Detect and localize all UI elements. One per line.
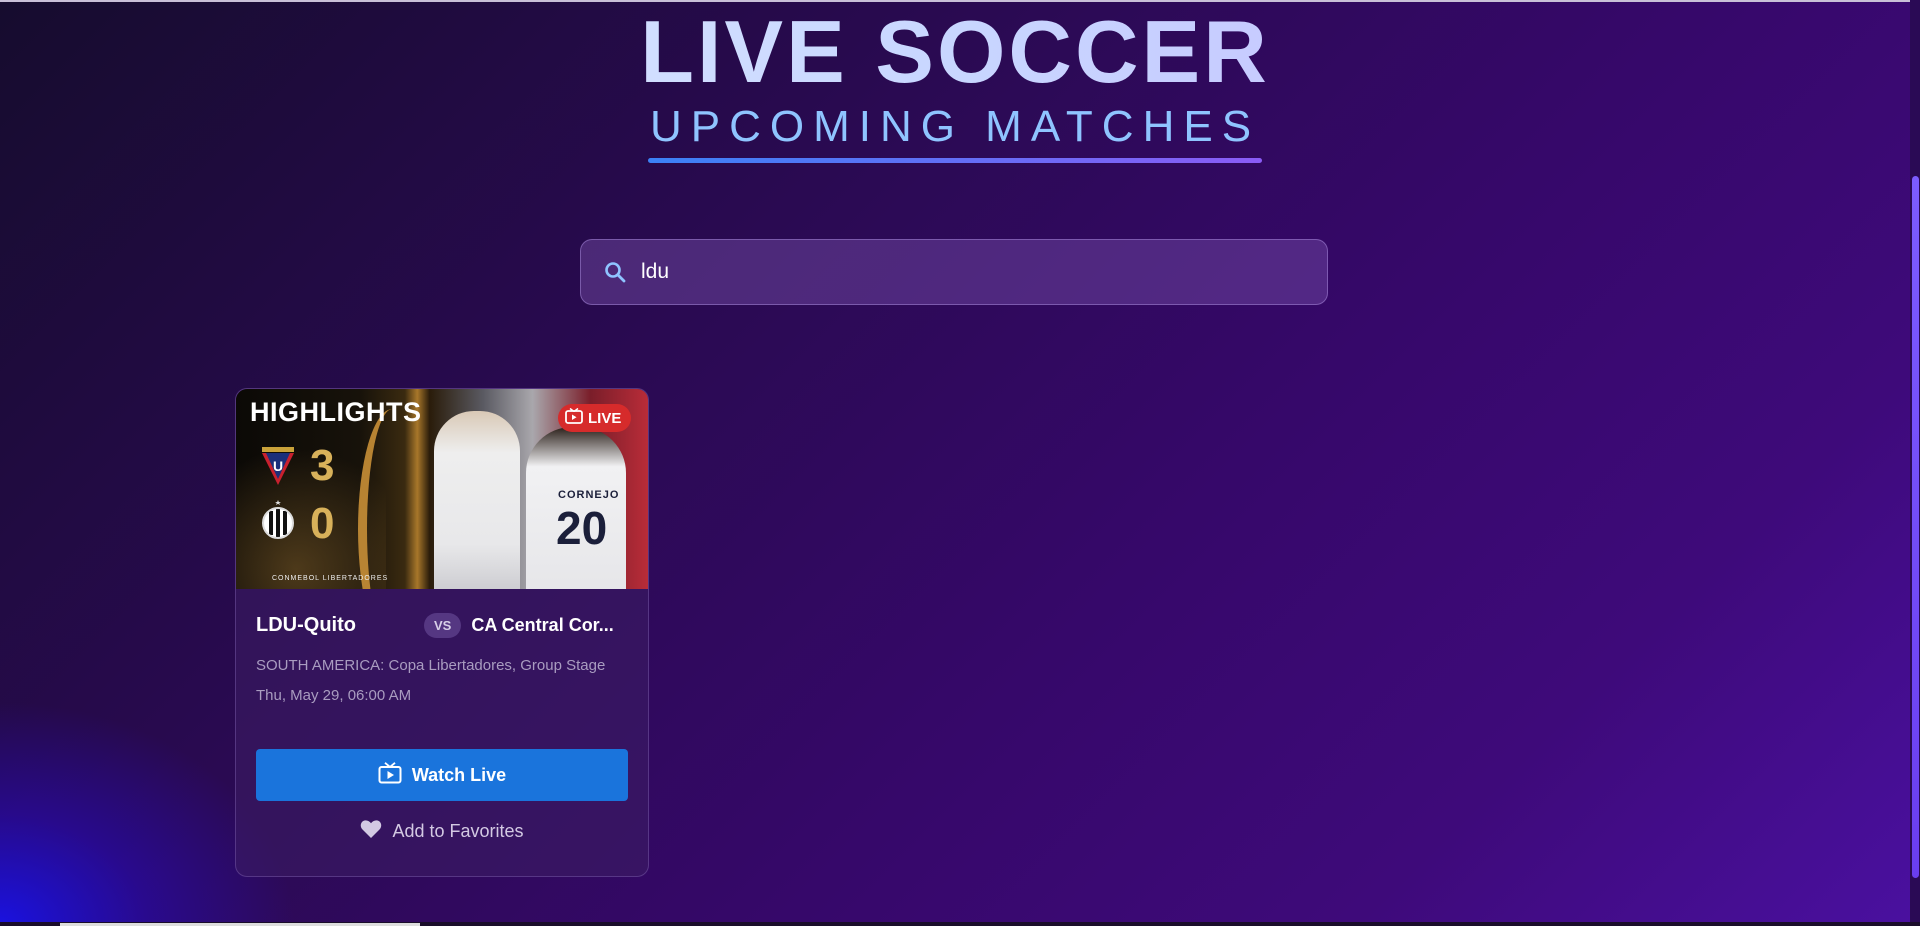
tv-icon [378, 761, 402, 789]
add-to-favorites-button[interactable]: Add to Favorites [256, 813, 628, 849]
league-info: SOUTH AMERICA: Copa Libertadores, Group … [256, 657, 606, 674]
jersey-name: CORNEJO [558, 489, 620, 501]
away-score: 0 [310, 499, 335, 548]
match-thumbnail[interactable]: CORNEJO 20 HIGHLIGHTS LIVE U 3 0 CONMEBO… [236, 389, 648, 589]
live-badge: LIVE [558, 404, 632, 432]
live-badge-label: LIVE [588, 409, 622, 427]
heart-icon [360, 819, 382, 844]
jersey-number: 20 [556, 502, 608, 554]
match-datetime: Thu, May 29, 06:00 AM [256, 687, 412, 704]
svg-text:U: U [273, 458, 283, 474]
subtitle-underline [647, 158, 1263, 163]
match-card: CORNEJO 20 HIGHLIGHTS LIVE U 3 0 CONMEBO… [235, 388, 649, 877]
home-score: 3 [310, 441, 335, 490]
search-input[interactable] [629, 239, 1327, 305]
home-team-name: LDU-Quito [256, 614, 356, 636]
page-subtitle: UPCOMING MATCHES [649, 102, 1261, 151]
vs-badge: VS [424, 613, 462, 638]
search-icon [601, 258, 629, 286]
page-header: LIVE SOCCER UPCOMING MATCHES [0, 0, 1910, 163]
page-title: LIVE SOCCER [0, 0, 1910, 98]
away-team-name: CA Central Cor... [471, 615, 614, 635]
search-bar[interactable] [580, 239, 1328, 305]
favorites-label: Add to Favorites [392, 820, 524, 841]
tv-icon [565, 407, 583, 428]
subtitle-block: UPCOMING MATCHES [647, 100, 1263, 163]
away-team-logo [260, 499, 296, 541]
player-figure [434, 411, 520, 589]
watch-live-label: Watch Live [411, 764, 507, 785]
watch-live-button[interactable]: Watch Live [256, 749, 628, 801]
teams-row: LDU-Quito VS CA Central Cor... [256, 613, 630, 638]
scrollbar[interactable] [1910, 0, 1920, 926]
highlights-label: HIGHLIGHTS [250, 397, 422, 427]
home-team-logo: U [260, 445, 296, 487]
scrollbar-thumb[interactable] [1912, 176, 1919, 878]
thumbnail-footer: CONMEBOL LIBERTADORES [272, 575, 389, 582]
